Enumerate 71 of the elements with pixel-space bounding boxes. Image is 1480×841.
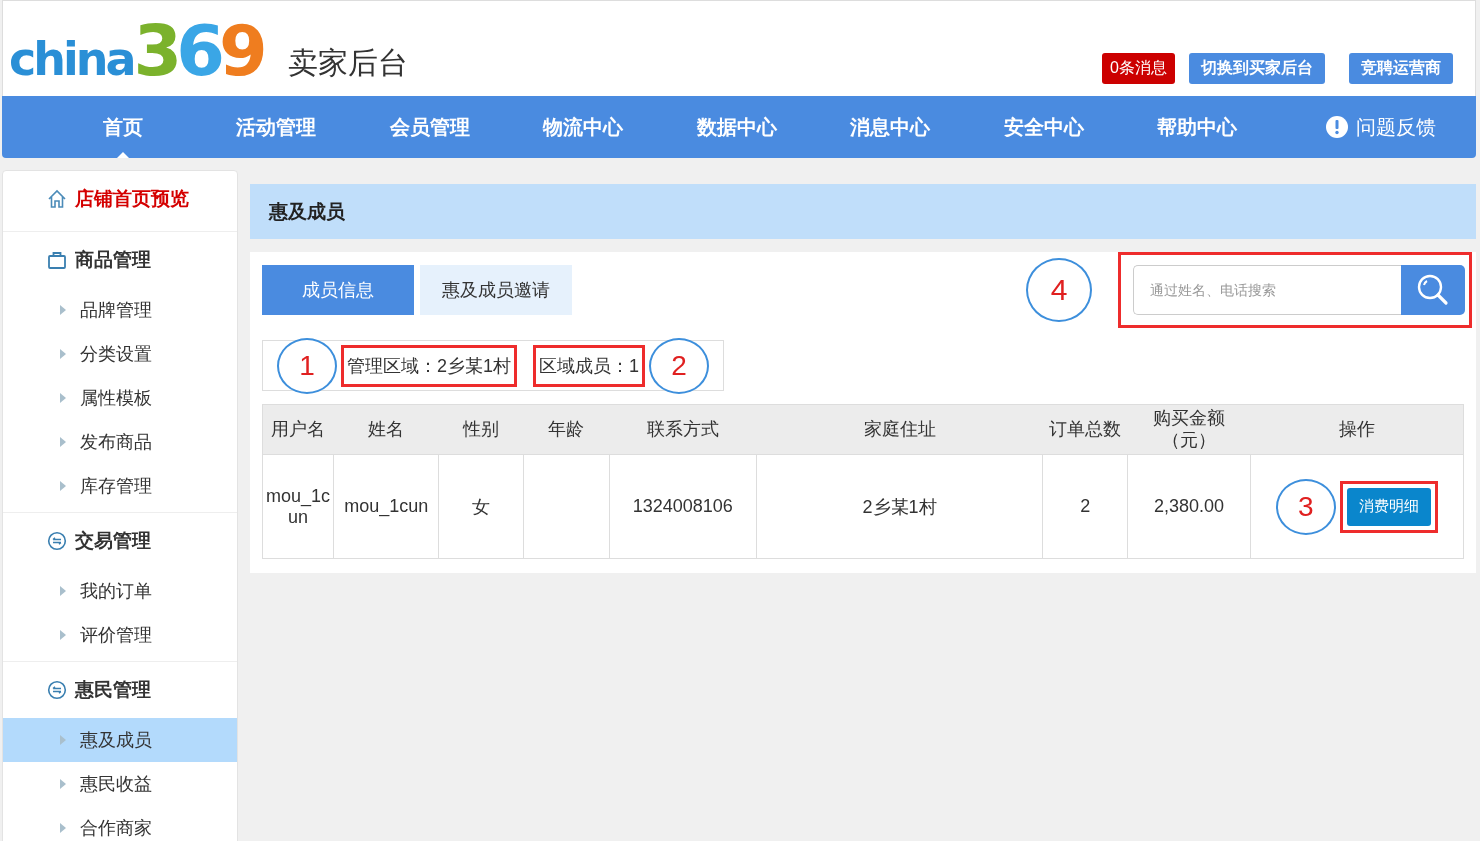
alert-icon: [1326, 116, 1348, 138]
site-title: 卖家后台: [287, 45, 408, 81]
nav-item[interactable]: 会员管理: [353, 96, 507, 158]
column-header: 家庭住址: [756, 404, 1043, 455]
sidebar-heading[interactable]: 商品管理: [75, 247, 151, 273]
bag-icon: [47, 250, 67, 270]
details-button[interactable]: 消费明细: [1346, 487, 1431, 526]
column-header: 操作: [1250, 404, 1464, 455]
number-marker: 1: [277, 337, 337, 394]
column-header: 年龄: [523, 404, 610, 455]
nav-item[interactable]: 安全中心: [967, 96, 1121, 158]
nav-item[interactable]: 数据中心: [660, 96, 814, 158]
search-button[interactable]: [1401, 265, 1465, 315]
column-header: 性别: [438, 404, 524, 455]
table-cell: mou_1cun: [333, 454, 439, 559]
header-button[interactable]: 0条消息: [1102, 53, 1175, 84]
swap-icon: [47, 531, 67, 551]
sidebar-heading[interactable]: 惠民管理: [75, 677, 151, 703]
nav-item[interactable]: 帮助中心: [1120, 96, 1274, 158]
sidebar-item[interactable]: 品牌管理: [3, 288, 237, 332]
triangle-icon: [60, 437, 66, 447]
home-icon: [47, 189, 67, 209]
column-header: 订单总数: [1042, 404, 1128, 455]
number-marker: 3: [1275, 478, 1336, 535]
sidebar-item[interactable]: 分类设置: [3, 332, 237, 376]
sidebar-item[interactable]: 属性模板: [3, 376, 237, 420]
column-header: 姓名: [333, 404, 439, 455]
info-text: 管理区域：2乡某1村: [341, 344, 518, 387]
header-button[interactable]: 竞聘运营商: [1349, 53, 1453, 84]
search-field[interactable]: 通过姓名、电话搜索: [1133, 265, 1401, 315]
sidebar-item[interactable]: 惠民收益: [3, 762, 237, 806]
column-header: 联系方式: [609, 404, 757, 455]
triangle-icon: [60, 779, 66, 789]
triangle-icon: [60, 481, 66, 491]
sidebar-heading[interactable]: 店铺首页预览: [75, 186, 189, 212]
sidebar-item[interactable]: 发布商品: [3, 420, 237, 464]
header-button[interactable]: 切换到买家后台: [1189, 53, 1325, 84]
number-marker: 4: [1026, 258, 1092, 322]
nav-item[interactable]: 物流中心: [506, 96, 660, 158]
info-text: 区域成员：1: [533, 344, 646, 387]
sidebar-heading[interactable]: 交易管理: [75, 528, 151, 554]
sidebar-item[interactable]: 我的订单: [3, 569, 237, 613]
table-cell: 1324008106: [609, 454, 757, 559]
triangle-icon: [60, 735, 66, 745]
tab[interactable]: 成员信息: [262, 265, 414, 315]
sidebar-item[interactable]: 评价管理: [3, 613, 237, 657]
table-cell: mou_1cun: [262, 454, 334, 559]
sidebar-item[interactable]: 惠及成员: [3, 718, 237, 762]
sidebar-item[interactable]: 库存管理: [3, 464, 237, 508]
table-cell: 2: [1042, 454, 1128, 559]
swap-icon: [47, 680, 67, 700]
sidebar-item[interactable]: 合作商家: [3, 806, 237, 841]
triangle-icon: [60, 823, 66, 833]
tab[interactable]: 惠及成员邀请: [420, 265, 572, 315]
page-title: 惠及成员: [269, 199, 345, 224]
triangle-icon: [60, 586, 66, 596]
nav-item[interactable]: 消息中心: [813, 96, 967, 158]
column-header: 购买金额（元）: [1127, 404, 1251, 455]
nav-item[interactable]: 活动管理: [199, 96, 353, 158]
triangle-icon: [60, 630, 66, 640]
triangle-icon: [60, 349, 66, 359]
feedback-link[interactable]: 问题反馈: [1356, 113, 1436, 141]
table-cell: 2乡某1村: [756, 454, 1043, 559]
triangle-icon: [60, 393, 66, 403]
column-header: 用户名: [262, 404, 334, 455]
number-marker: 2: [649, 337, 710, 394]
table-cell: 2,380.00: [1127, 454, 1251, 559]
search-icon: [1416, 273, 1450, 307]
triangle-icon: [60, 305, 66, 315]
logo: china369: [9, 16, 262, 90]
table-cell: 女: [438, 454, 524, 559]
